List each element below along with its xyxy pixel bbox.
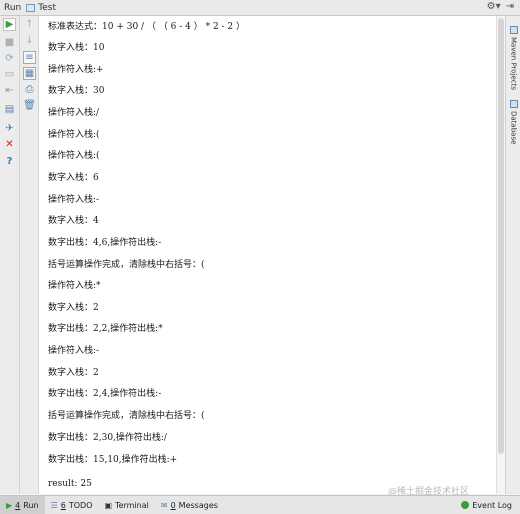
run-small-icon: ▶: [6, 500, 13, 510]
tab-messages-label: Messages: [178, 500, 218, 510]
tab-terminal-label: Terminal: [115, 500, 149, 510]
tab-run-label: Run: [23, 500, 39, 510]
run-toolbar-primary: ▶ ■ ⟳ ▭ ⇤ ▤ ✈ ✕ ?: [0, 16, 20, 494]
gear-icon[interactable]: ⚙▾: [487, 1, 501, 12]
messages-icon: ✉: [160, 500, 168, 510]
database-label: Database: [509, 111, 518, 145]
run-title: Run: [4, 2, 22, 13]
console-line: 括号运算操作完成，清除栈中右括号：(: [48, 260, 205, 270]
console-line: 数字入栈：6: [48, 173, 99, 183]
clear-icon[interactable]: 🗑: [23, 99, 36, 112]
console-line: 数字出栈：15,10,操作符出栈:+: [48, 455, 178, 465]
help-icon[interactable]: ?: [3, 155, 16, 168]
console-line: 操作符入栈:+: [48, 65, 104, 75]
tab-terminal[interactable]: ▣ Terminal: [99, 496, 155, 514]
console-line: 操作符入栈:/: [48, 108, 100, 118]
scroll-thumb[interactable]: [498, 18, 504, 454]
console-line: 数字入栈：10: [48, 43, 105, 53]
console-line: 数字入栈：4: [48, 216, 99, 226]
console-line: 数字出栈：2,2,操作符出栈:*: [48, 324, 163, 334]
soft-wrap-icon[interactable]: ≡: [23, 51, 36, 64]
run-toolbar-secondary: ↑ ↓ ≡ ▦ ⎙ 🗑: [20, 16, 39, 494]
console-scrollbar[interactable]: [496, 16, 505, 494]
tab-todo-label: TODO: [68, 500, 93, 510]
exit-icon[interactable]: ⇤: [3, 84, 16, 97]
maven-projects-tab[interactable]: Maven Projects: [507, 26, 520, 90]
event-log-button[interactable]: Event Log: [461, 496, 512, 514]
debug-icon[interactable]: ▭: [3, 68, 16, 81]
tab-run[interactable]: ▶ 4 Run: [0, 496, 45, 514]
run-icon[interactable]: ▶: [3, 18, 16, 31]
console-output[interactable]: 标准表达式：10 + 30 / （ （ 6 - 4 ） * 2 - 2 ） 数字…: [39, 16, 496, 494]
tab-run-num: 4: [15, 500, 21, 510]
console-line: 标准表达式：10 + 30 / （ （ 6 - 4 ） * 2 - 2 ）: [48, 22, 246, 32]
console-line: 数字入栈：30: [48, 86, 105, 96]
console-line: 操作符入栈:(: [48, 130, 100, 140]
console-line: 操作符入栈:-: [48, 195, 100, 205]
up-icon[interactable]: ↑: [23, 18, 36, 31]
console-line: 操作符入栈:-: [48, 346, 100, 356]
console-line: 操作符入栈:(: [48, 151, 100, 161]
todo-icon: ☰: [50, 500, 58, 510]
console-line: 数字入栈：2: [48, 303, 99, 313]
close-icon[interactable]: ✕: [3, 138, 16, 151]
tab-messages-num: 0: [170, 500, 176, 510]
console-line: 数字出栈：4,6,操作符出栈:-: [48, 238, 162, 248]
console-line: 括号运算操作完成，清除栈中右括号：(: [48, 411, 205, 421]
hide-icon[interactable]: ⇥: [506, 1, 514, 12]
config-name[interactable]: Test: [38, 3, 56, 13]
terminal-icon: ▣: [104, 500, 113, 510]
console-line: 操作符入栈:*: [48, 281, 101, 291]
rerun-icon[interactable]: ⟳: [3, 52, 16, 65]
bottom-tool-bar: ▶ 4 Run ☰ 6 TODO ▣ Terminal ✉ 0 Messages Ev…: [0, 495, 520, 514]
scroll-end-icon[interactable]: ▦: [23, 67, 36, 80]
event-log-label: Event Log: [472, 500, 512, 510]
tab-messages[interactable]: ✉ 0 Messages: [155, 496, 224, 514]
test-config-icon: [26, 3, 36, 12]
console-line: 数字入栈：2: [48, 368, 99, 378]
stop-icon[interactable]: ■: [3, 36, 16, 49]
tab-todo-num: 6: [60, 500, 66, 510]
maven-icon: [509, 26, 518, 34]
database-icon: [509, 100, 518, 108]
console-line: result: 25: [48, 479, 92, 489]
tab-todo[interactable]: ☰ 6 TODO: [45, 496, 99, 514]
print-icon[interactable]: ⎙: [23, 83, 36, 96]
console-line: 数字出栈：2,30,操作符出栈:/: [48, 433, 167, 443]
maven-projects-label: Maven Projects: [509, 37, 518, 91]
console-line: 数字出栈：2,4,操作符出栈:-: [48, 389, 162, 399]
right-tool-strip: Maven Projects Database: [505, 16, 520, 494]
event-log-icon: [461, 501, 470, 509]
run-toolwindow-header: Run Test ⚙▾ ⇥: [0, 0, 520, 16]
layout-icon[interactable]: ▤: [3, 103, 16, 116]
down-icon[interactable]: ↓: [23, 34, 36, 47]
database-tab[interactable]: Database: [507, 100, 520, 144]
pin-icon[interactable]: ✈: [3, 122, 16, 135]
